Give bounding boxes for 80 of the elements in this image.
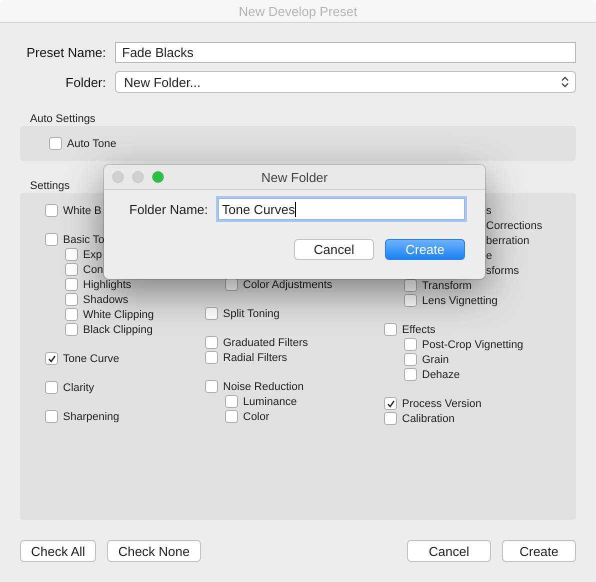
checkbox-label: Sharpening [63,410,120,422]
checkbox[interactable] [404,279,417,292]
checkbox[interactable] [65,293,78,306]
checkbox-label: s [486,204,492,216]
checkbox-label: Grain [422,354,449,366]
zoom-icon[interactable] [152,171,164,183]
checkbox-label: Highlights [83,278,132,290]
checkbox[interactable] [225,410,238,423]
checkbox-label: Noise Reduction [223,380,304,392]
checkbox[interactable] [65,308,78,321]
checkbox-label: Dehaze [422,368,460,380]
check-button[interactable]: Check All [20,540,96,562]
checkbox[interactable] [65,248,78,261]
minimize-icon[interactable] [132,171,144,183]
checkbox[interactable] [384,397,397,410]
checkbox-label: Calibration [402,412,455,424]
checkbox[interactable] [45,233,58,246]
checkbox-label: Black Clipping [83,324,153,336]
checkbox[interactable] [225,278,238,291]
checkbox[interactable] [45,352,58,365]
checkbox-label: Tone Curve [63,352,120,364]
stepper-arrows-icon [561,76,569,88]
checkbox[interactable] [45,410,58,423]
checkbox[interactable] [65,323,78,336]
checkbox-label: e [486,250,492,262]
checkbox[interactable] [205,336,218,349]
checkbox[interactable] [65,278,78,291]
checkbox-label: Radial Filters [223,352,288,364]
checkbox-label: Shadows [83,294,128,306]
field-label: Folder Name: [128,202,208,216]
check-button[interactable]: Check None [107,540,201,562]
checkbox-label: Effects [402,324,436,336]
checkbox[interactable] [65,263,78,276]
checkbox-label: Exp [83,248,102,260]
checkbox[interactable] [384,323,397,336]
footer-button[interactable]: Create [502,540,576,562]
checkbox-label: Lens Vignetting [422,294,498,306]
checkbox-label: sforms [486,264,519,276]
checkbox[interactable] [404,368,417,381]
checkbox[interactable] [404,294,417,307]
folder-dropdown[interactable]: New Folder... [115,71,576,93]
folder-name-field[interactable]: Tone Curves [218,198,465,220]
checkbox-label: Con [83,264,104,276]
dialog-button[interactable]: Cancel [294,239,374,260]
checkbox-label: Clarity [63,382,94,394]
checkbox-label: Post-Crop Vignetting [422,338,524,350]
section-title: Settings [30,180,70,192]
checkbox[interactable] [45,204,58,217]
checkbox-label: berration [486,234,530,246]
checkbox-label: Color Adjustments [243,278,332,290]
section-title: Auto Settings [30,113,96,125]
checkbox-label: White Clipping [83,308,154,320]
checkbox[interactable] [225,395,238,408]
checkbox[interactable] [45,381,58,394]
footer-button[interactable]: Cancel [407,540,491,562]
checkbox[interactable] [205,380,218,393]
checkmark-icon [386,400,394,408]
field-label: Preset Name: [26,45,106,60]
checkbox[interactable] [49,137,62,150]
checkbox-label: Split Toning [223,308,280,320]
checkbox[interactable] [205,307,218,320]
checkbox-label: Graduated Filters [223,336,308,348]
field-label: Folder: [64,74,106,90]
checkbox[interactable] [404,353,417,366]
checkbox[interactable] [384,412,397,425]
checkbox-label: White B [63,204,102,216]
checkbox-label: Color [243,410,270,422]
window-title: New Develop Preset [238,4,358,18]
checkbox-label: Transform [422,280,472,292]
dialog-title: New Folder [260,170,329,184]
preset-name-field[interactable]: Fade Blacks [115,42,576,63]
checkbox-label: Process Version [402,398,482,410]
close-icon[interactable] [112,171,124,183]
checkbox[interactable] [205,351,218,364]
checkbox-label: Auto Tone [67,138,116,150]
checkbox-label: Corrections [486,220,542,232]
checkbox[interactable] [404,338,417,351]
checkbox-label: Luminance [243,396,297,408]
checkmark-icon [48,354,56,362]
checkbox-label: Basic To [63,234,104,246]
